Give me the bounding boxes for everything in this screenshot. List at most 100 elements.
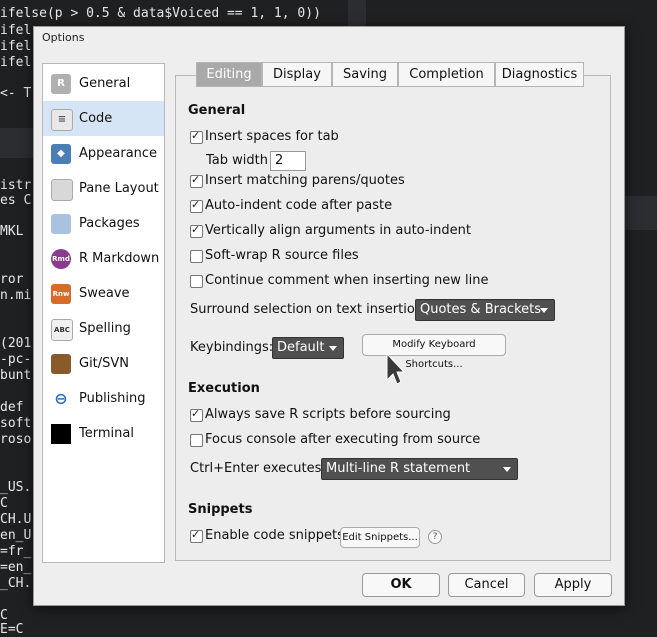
snippets-heading: Snippets bbox=[188, 502, 253, 517]
keybindings-select-value: Default bbox=[277, 340, 325, 355]
code-file-icon: ≡ bbox=[51, 109, 73, 131]
ctrl-enter-select[interactable]: Multi-line R statement bbox=[321, 458, 518, 480]
sidebar-item-label: Git/SVN bbox=[79, 356, 130, 371]
sidebar-item-label: Terminal bbox=[79, 426, 134, 441]
general-heading: General bbox=[188, 103, 246, 118]
sidebar-item-sweave[interactable]: Rnw Sweave bbox=[43, 276, 164, 311]
code-line: def bbox=[0, 400, 24, 415]
sidebar-item-label: Sweave bbox=[79, 286, 130, 301]
surround-label: Surround selection on text insertion: bbox=[190, 302, 428, 317]
sidebar-item-terminal[interactable]: Terminal bbox=[43, 416, 164, 451]
chevron-down-icon bbox=[329, 346, 337, 351]
sidebar-item-general[interactable]: R General bbox=[43, 66, 164, 101]
packages-icon bbox=[51, 214, 71, 234]
code-line: =fr_ bbox=[0, 544, 32, 559]
always-save-checkbox[interactable] bbox=[190, 407, 203, 422]
code-line: istr bbox=[0, 178, 32, 193]
continue-comment-checkbox[interactable] bbox=[190, 275, 203, 288]
code-line: -pc- bbox=[0, 352, 32, 367]
edit-snippets-button[interactable]: Edit Snippets... bbox=[340, 527, 420, 548]
code-line: bunt bbox=[0, 368, 32, 383]
cancel-button[interactable]: Cancel bbox=[448, 573, 525, 597]
ok-label: OK bbox=[390, 577, 412, 592]
sweave-icon: Rnw bbox=[51, 284, 71, 304]
code-line: ror bbox=[0, 272, 24, 287]
code-line: E=C bbox=[0, 622, 24, 637]
soft-wrap-label: Soft-wrap R source files bbox=[205, 248, 359, 263]
code-line: (201 bbox=[0, 336, 32, 351]
rmd-icon: Rmd bbox=[51, 249, 71, 269]
code-line: es C bbox=[0, 193, 32, 208]
vertical-align-checkbox[interactable] bbox=[190, 223, 203, 238]
soft-wrap-checkbox[interactable] bbox=[190, 250, 203, 263]
sidebar-item-appearance[interactable]: ◆ Appearance bbox=[43, 136, 164, 171]
dialog-title: Options bbox=[42, 31, 85, 44]
sidebar-item-label: Publishing bbox=[79, 391, 146, 406]
sidebar-item-git-svn[interactable]: Git/SVN bbox=[43, 346, 164, 381]
sidebar-item-publishing[interactable]: ⊖ Publishing bbox=[43, 381, 164, 416]
code-line: ifel bbox=[0, 39, 32, 54]
insert-matching-checkbox[interactable] bbox=[190, 173, 203, 188]
sidebar-item-label: Packages bbox=[79, 216, 140, 231]
spelling-icon: ABC bbox=[51, 319, 73, 341]
background-toolbar bbox=[0, 128, 33, 158]
code-line: roso bbox=[0, 432, 32, 447]
r-logo-icon: R bbox=[51, 74, 71, 94]
surround-select[interactable]: Quotes & Brackets bbox=[415, 299, 555, 321]
tab-completion[interactable]: Completion bbox=[398, 62, 495, 87]
git-box-icon bbox=[51, 354, 71, 374]
code-line: <- T bbox=[0, 86, 32, 101]
help-icon[interactable]: ? bbox=[428, 530, 442, 544]
sidebar-item-r-markdown[interactable]: Rmd R Markdown bbox=[43, 241, 164, 276]
sidebar-item-label: Code bbox=[79, 111, 113, 126]
sidebar-item-label: Appearance bbox=[79, 146, 158, 161]
code-line: C bbox=[0, 496, 8, 511]
focus-console-checkbox[interactable] bbox=[190, 434, 203, 447]
code-line: ifel bbox=[0, 55, 32, 70]
code-line: soft bbox=[0, 416, 32, 431]
apply-button[interactable]: Apply bbox=[534, 573, 612, 597]
paint-bucket-icon: ◆ bbox=[51, 144, 71, 164]
sidebar-item-spelling[interactable]: ABC Spelling bbox=[43, 311, 164, 346]
sidebar-item-label: R Markdown bbox=[79, 251, 160, 266]
code-line: _US. bbox=[0, 480, 32, 495]
options-sidebar: R General ≡ Code ◆ Appearance Pane Layou… bbox=[42, 63, 165, 563]
terminal-icon bbox=[51, 424, 71, 444]
insert-spaces-label: Insert spaces for tab bbox=[205, 129, 339, 144]
keybindings-label: Keybindings: bbox=[190, 340, 274, 355]
code-line: C bbox=[0, 608, 8, 623]
keybindings-select[interactable]: Default bbox=[272, 337, 344, 359]
auto-indent-checkbox[interactable] bbox=[190, 198, 203, 213]
sidebar-item-label: Spelling bbox=[79, 321, 131, 336]
auto-indent-label: Auto-indent code after paste bbox=[205, 198, 393, 213]
ok-button[interactable]: OK bbox=[362, 573, 440, 597]
sidebar-item-packages[interactable]: Packages bbox=[43, 206, 164, 241]
tab-width-field[interactable]: 2 bbox=[270, 151, 306, 171]
insert-spaces-checkbox[interactable] bbox=[190, 129, 203, 144]
publishing-icon: ⊖ bbox=[51, 389, 71, 409]
always-save-label: Always save R scripts before sourcing bbox=[205, 407, 451, 422]
enable-snippets-checkbox[interactable] bbox=[190, 528, 203, 543]
vertical-align-label: Vertically align arguments in auto-inden… bbox=[205, 223, 471, 238]
tab-display[interactable]: Display bbox=[262, 62, 332, 87]
focus-console-label: Focus console after executing from sourc… bbox=[205, 432, 481, 447]
sidebar-item-label: Pane Layout bbox=[79, 181, 159, 196]
enable-snippets-label: Enable code snippets bbox=[205, 528, 344, 543]
sidebar-item-code[interactable]: ≡ Code bbox=[43, 101, 164, 136]
code-line: _CH. bbox=[0, 576, 32, 591]
tab-editing[interactable]: Editing bbox=[196, 62, 262, 87]
ctrl-enter-select-value: Multi-line R statement bbox=[326, 461, 471, 476]
ctrl-enter-label: Ctrl+Enter executes: bbox=[190, 461, 326, 476]
continue-comment-label: Continue comment when inserting new line bbox=[205, 273, 489, 288]
chevron-down-icon bbox=[503, 467, 511, 472]
code-line: =en_ bbox=[0, 560, 32, 575]
code-line: ifelse(p > 0.5 & data$Voiced == 1, 1, 0)… bbox=[0, 6, 321, 21]
execution-heading: Execution bbox=[188, 381, 260, 396]
pane-layout-icon bbox=[51, 179, 73, 201]
code-line: MKL bbox=[0, 224, 24, 239]
options-dialog: Options R General ≡ Code ◆ Appearance Pa… bbox=[33, 26, 625, 606]
tab-diagnostics[interactable]: Diagnostics bbox=[495, 62, 584, 87]
tab-saving[interactable]: Saving bbox=[332, 62, 398, 87]
sidebar-item-pane-layout[interactable]: Pane Layout bbox=[43, 171, 164, 206]
insert-matching-label: Insert matching parens/quotes bbox=[205, 173, 405, 188]
